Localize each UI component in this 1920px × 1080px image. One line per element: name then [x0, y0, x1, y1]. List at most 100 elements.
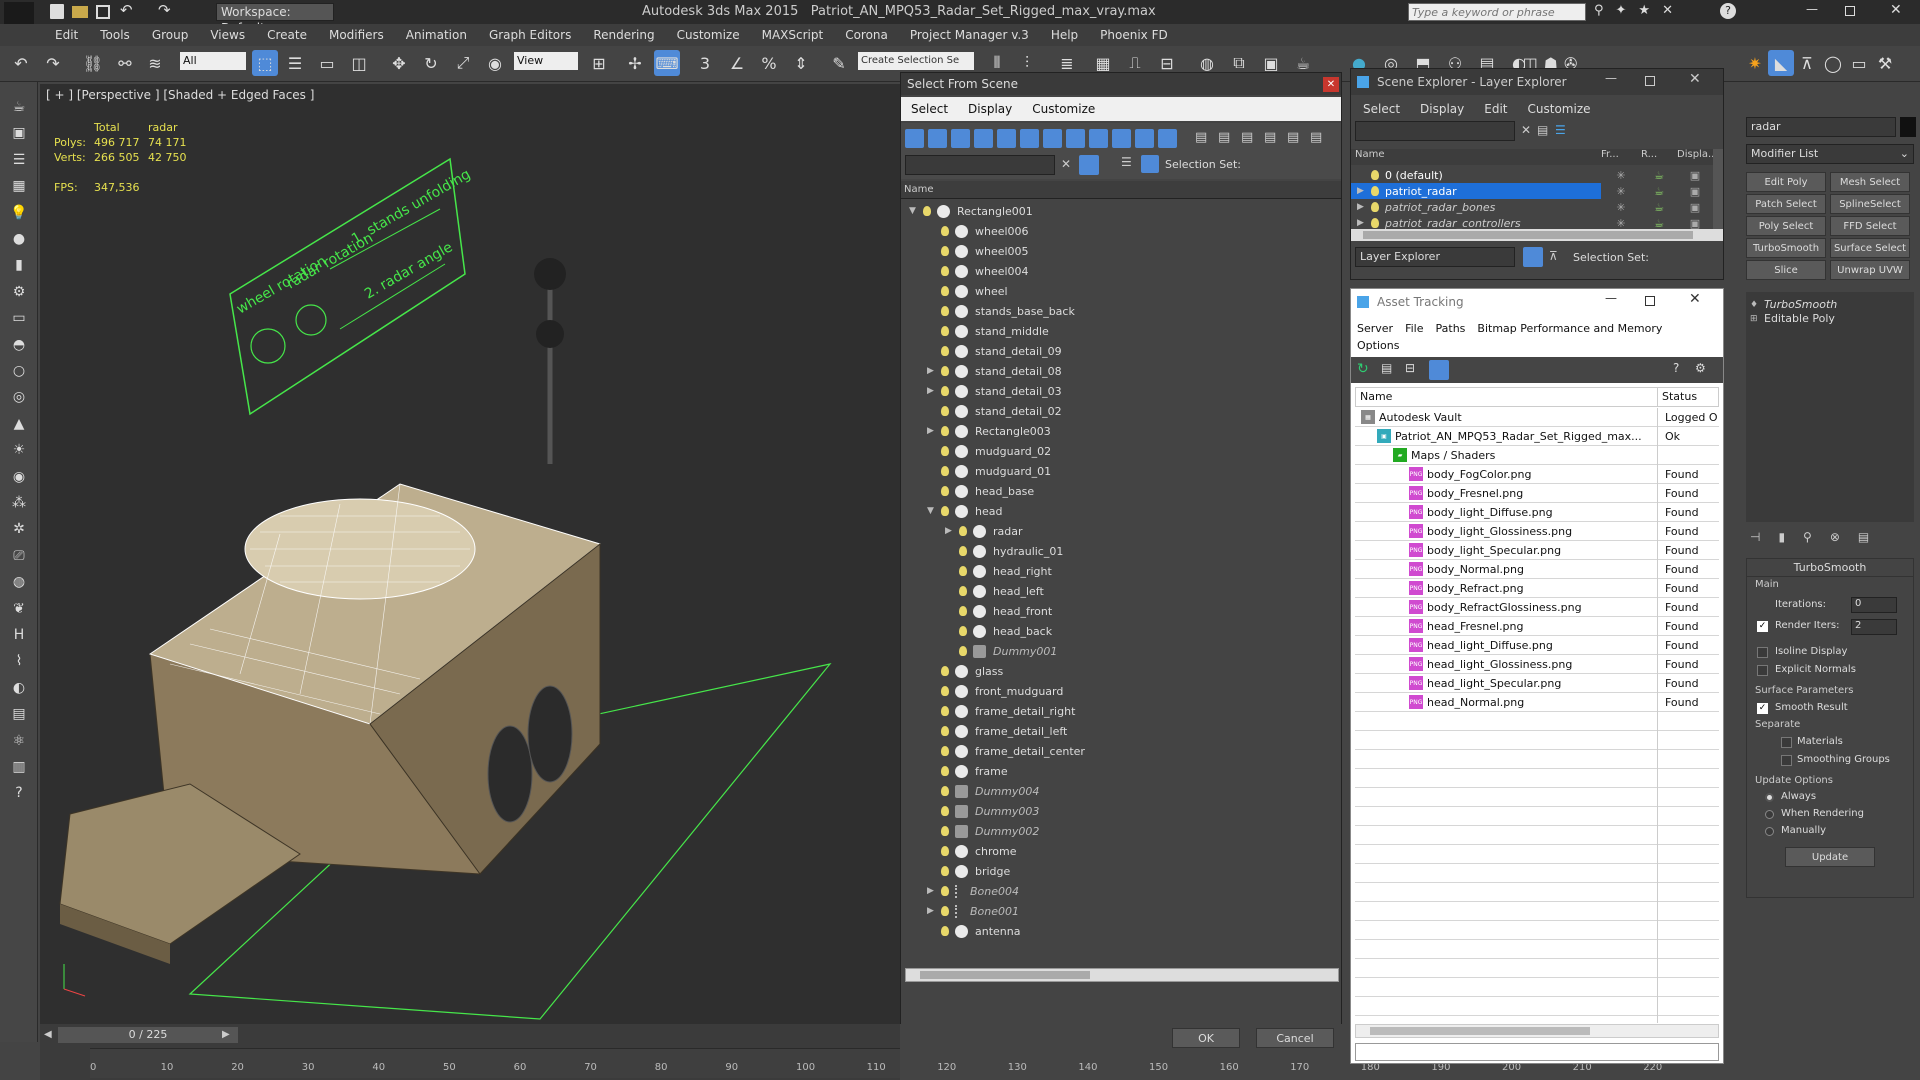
list-view-icon[interactable]: ▤: [1381, 361, 1392, 375]
asset-tracking-options-menu[interactable]: Options: [1357, 339, 1399, 352]
half-sphere-icon[interactable]: ◓: [6, 332, 32, 358]
visibility-bulb-icon[interactable]: [959, 626, 967, 636]
visibility-bulb-icon[interactable]: [941, 406, 949, 416]
keyboard-shortcut-icon[interactable]: ⌨: [654, 50, 680, 76]
rollout-title[interactable]: TurboSmooth: [1747, 559, 1913, 577]
menu-edit[interactable]: Edit: [44, 28, 89, 42]
bind-spacewarp-icon[interactable]: ≋: [142, 50, 168, 76]
asset-menu-server[interactable]: Server: [1351, 322, 1399, 335]
modifier-list-dropdown[interactable]: Modifier List ⌄: [1746, 144, 1914, 164]
object-color-swatch[interactable]: [1900, 117, 1916, 137]
globe-icon[interactable]: ◍: [6, 569, 32, 595]
menu-maxscript[interactable]: MAXScript: [751, 28, 835, 42]
scene-object-row[interactable]: chrome: [927, 841, 1017, 861]
asset-tracking-maximize-icon[interactable]: [1645, 296, 1655, 306]
layer-col-freeze[interactable]: Fr...: [1601, 149, 1641, 165]
place-icon[interactable]: ◉: [482, 50, 508, 76]
menu-graph-editors[interactable]: Graph Editors: [478, 28, 582, 42]
sphere-blue-icon[interactable]: ◐: [6, 675, 32, 701]
freeze-toggle-icon[interactable]: ✳: [1601, 185, 1641, 198]
scene-explorer-menu-edit[interactable]: Edit: [1474, 102, 1517, 116]
expand-closed-icon[interactable]: ▶: [927, 386, 937, 396]
asset-row[interactable]: PNG body_FogColor.png Found: [1355, 465, 1719, 484]
visibility-bulb-icon[interactable]: [941, 246, 949, 256]
refresh-icon[interactable]: ↻: [1357, 361, 1369, 377]
time-slider[interactable]: 0 / 225: [58, 1027, 238, 1043]
container-filter-icon[interactable]: [1112, 129, 1131, 148]
layer-visibility-icon[interactable]: [1371, 218, 1379, 228]
modifier-button-poly-select[interactable]: Poly Select: [1746, 216, 1826, 236]
scene-object-row[interactable]: Dummy003: [927, 801, 1039, 821]
redo-button[interactable]: ↷: [40, 50, 66, 76]
reference-coord-dropdown[interactable]: View: [514, 52, 578, 70]
cone-icon[interactable]: ▲: [6, 411, 32, 437]
render-iters-spinner[interactable]: 2: [1851, 619, 1897, 635]
visibility-bulb-icon[interactable]: [941, 426, 949, 436]
isoline-checkbox[interactable]: [1757, 647, 1768, 658]
list-icon[interactable]: ☰: [6, 147, 32, 173]
display-tab-icon[interactable]: ▭: [1846, 50, 1872, 76]
menu-modifiers[interactable]: Modifiers: [318, 28, 395, 42]
visibility-bulb-icon[interactable]: [941, 446, 949, 456]
asset-help-icon[interactable]: ?: [1673, 361, 1679, 375]
spray-icon[interactable]: ✲: [6, 516, 32, 542]
open-icon[interactable]: [72, 6, 88, 18]
horizontal-scrollbar[interactable]: [905, 968, 1339, 982]
layer-visibility-icon[interactable]: [1371, 170, 1379, 180]
visibility-bulb-icon[interactable]: [941, 386, 949, 396]
undo-icon[interactable]: ↶: [120, 1, 133, 19]
modifier-button-patch-select[interactable]: Patch Select: [1746, 194, 1826, 214]
asset-row[interactable]: PNG body_RefractGlossiness.png Found: [1355, 598, 1719, 617]
restore-icon[interactable]: [1845, 6, 1855, 16]
sphere-gold-icon[interactable]: ◉: [6, 464, 32, 490]
menu-project-manager-v-3[interactable]: Project Manager v.3: [899, 28, 1040, 42]
rotate-icon[interactable]: ↻: [418, 50, 444, 76]
filter-icon[interactable]: [1079, 155, 1099, 175]
asset-row[interactable]: ▦ Autodesk Vault Logged O: [1355, 408, 1719, 427]
modifier-button-turbosmooth[interactable]: TurboSmooth: [1746, 238, 1826, 258]
spacewarp-filter-icon[interactable]: [1020, 129, 1039, 148]
select-invert-icon[interactable]: ▤: [1241, 130, 1253, 145]
display-toggle-icon[interactable]: ▣: [1677, 185, 1713, 198]
select-scene-menu-customize[interactable]: Customize: [1022, 102, 1105, 116]
motion-tab-icon[interactable]: ◯: [1820, 50, 1846, 76]
stack-icon[interactable]: ▥: [6, 754, 32, 780]
time-slider-prev[interactable]: ◀: [44, 1029, 52, 1040]
asset-settings-icon[interactable]: ⚙: [1695, 361, 1706, 375]
menu-tools[interactable]: Tools: [89, 28, 141, 42]
menu-help[interactable]: Help: [1040, 28, 1089, 42]
menu-animation[interactable]: Animation: [395, 28, 478, 42]
visibility-bulb-icon[interactable]: [941, 766, 949, 776]
asset-row[interactable]: PNG head_Normal.png Found: [1355, 693, 1719, 712]
light-bulb-icon[interactable]: ♦: [1750, 300, 1764, 310]
modifier-button-surface-select[interactable]: Surface Select: [1830, 238, 1910, 258]
perspective-viewport[interactable]: wheel rotation radar rotation 1. stands …: [40, 84, 900, 1024]
scene-object-row[interactable]: ▶ Bone004: [927, 881, 1019, 901]
dialog-close-button[interactable]: ✕: [1323, 77, 1339, 92]
smooth-result-checkbox[interactable]: ✓: [1757, 703, 1768, 714]
layer-list-vscroll[interactable]: [1713, 149, 1723, 229]
expand-open-icon[interactable]: ▼: [927, 506, 937, 516]
scene-object-row[interactable]: Dummy004: [927, 781, 1039, 801]
hidden-filter-icon[interactable]: [1158, 129, 1177, 148]
menu-group[interactable]: Group: [141, 28, 200, 42]
asset-path-field[interactable]: [1355, 1043, 1719, 1061]
visibility-bulb-icon[interactable]: [941, 746, 949, 756]
visibility-bulb-icon[interactable]: [959, 566, 967, 576]
search-input[interactable]: [1408, 3, 1586, 21]
hf-icon[interactable]: H: [6, 622, 32, 648]
asset-row[interactable]: PNG body_Normal.png Found: [1355, 560, 1719, 579]
undo-button[interactable]: ↶: [8, 50, 34, 76]
expand-closed-icon[interactable]: ▶: [927, 886, 937, 896]
grid-icon[interactable]: ▦: [6, 173, 32, 199]
select-scene-menu-display[interactable]: Display: [958, 102, 1022, 116]
table-view-icon[interactable]: [1429, 360, 1449, 380]
object-name-field[interactable]: radar: [1746, 117, 1896, 137]
visibility-bulb-icon[interactable]: [941, 266, 949, 276]
modifier-button-ffd-select[interactable]: FFD Select: [1830, 216, 1910, 236]
torus-icon[interactable]: ◎: [6, 384, 32, 410]
visibility-bulb-icon[interactable]: [941, 486, 949, 496]
visibility-bulb-icon[interactable]: [941, 226, 949, 236]
unlink-icon[interactable]: ⚯: [112, 50, 138, 76]
layer-name-cell[interactable]: 0 (default): [1351, 167, 1601, 183]
